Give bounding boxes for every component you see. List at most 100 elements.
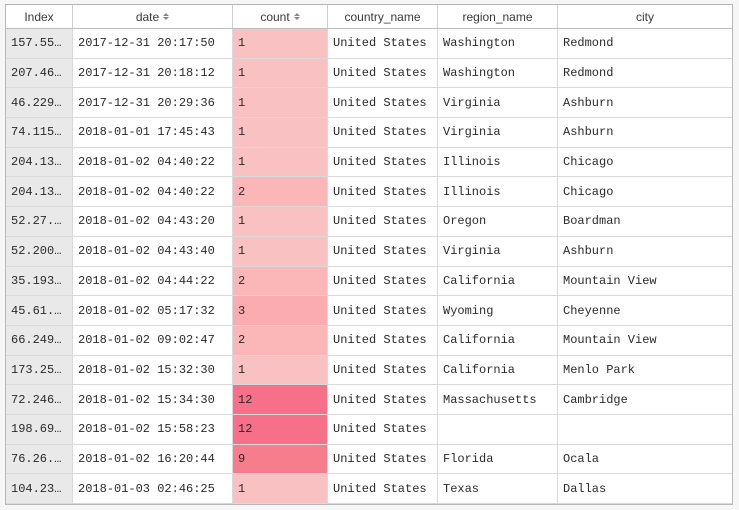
cell-city[interactable]: Menlo Park (558, 356, 732, 385)
cell-country[interactable]: United States (328, 118, 438, 147)
cell-region[interactable]: California (438, 267, 558, 296)
cell-city[interactable]: Dallas (558, 474, 732, 503)
cell-region[interactable]: Washington (438, 59, 558, 88)
column-header-country[interactable]: country_name (328, 5, 438, 28)
sort-icon[interactable] (163, 13, 169, 20)
cell-country[interactable]: United States (328, 237, 438, 266)
table-row[interactable]: 52.27.2…2018-01-02 04:43:201United State… (6, 207, 732, 237)
cell-country[interactable]: United States (328, 385, 438, 414)
cell-count[interactable]: 2 (233, 267, 328, 296)
column-header-count[interactable]: count (233, 5, 328, 28)
cell-city[interactable]: Ashburn (558, 88, 732, 117)
table-row[interactable]: 66.249…2018-01-02 09:02:472United States… (6, 326, 732, 356)
table-row[interactable]: 76.26.2…2018-01-02 16:20:449United State… (6, 445, 732, 475)
table-row[interactable]: 104.237…2018-01-03 02:46:251United State… (6, 474, 732, 504)
cell-count[interactable]: 2 (233, 326, 328, 355)
cell-city[interactable]: Redmond (558, 59, 732, 88)
cell-region[interactable]: California (438, 356, 558, 385)
cell-date[interactable]: 2018-01-02 15:58:23 (73, 415, 233, 444)
cell-city[interactable]: Ashburn (558, 118, 732, 147)
cell-count[interactable]: 1 (233, 59, 328, 88)
cell-region[interactable]: Washington (438, 29, 558, 58)
cell-region[interactable]: Texas (438, 474, 558, 503)
cell-index[interactable]: 198.69… (6, 415, 73, 444)
cell-count[interactable]: 9 (233, 445, 328, 474)
cell-region[interactable] (438, 415, 558, 444)
cell-region[interactable]: California (438, 326, 558, 355)
cell-index[interactable]: 35.193… (6, 267, 73, 296)
cell-country[interactable]: United States (328, 474, 438, 503)
cell-index[interactable]: 74.115… (6, 118, 73, 147)
cell-index[interactable]: 104.237… (6, 474, 73, 503)
cell-index[interactable]: 173.252… (6, 356, 73, 385)
cell-index[interactable]: 72.246… (6, 385, 73, 414)
cell-index[interactable]: 66.249… (6, 326, 73, 355)
cell-region[interactable]: Massachusetts (438, 385, 558, 414)
cell-date[interactable]: 2018-01-02 04:44:22 (73, 267, 233, 296)
cell-country[interactable]: United States (328, 356, 438, 385)
table-row[interactable]: 204.13…2018-01-02 04:40:222United States… (6, 177, 732, 207)
cell-city[interactable]: Chicago (558, 177, 732, 206)
cell-city[interactable]: Ocala (558, 445, 732, 474)
cell-count[interactable]: 3 (233, 296, 328, 325)
cell-region[interactable]: Wyoming (438, 296, 558, 325)
cell-count[interactable]: 1 (233, 474, 328, 503)
cell-index[interactable]: 204.13… (6, 177, 73, 206)
table-body[interactable]: 157.55…2017-12-31 20:17:501United States… (6, 29, 732, 504)
column-header-date[interactable]: date (73, 5, 233, 28)
cell-date[interactable]: 2017-12-31 20:18:12 (73, 59, 233, 88)
cell-count[interactable]: 12 (233, 385, 328, 414)
cell-city[interactable]: Cheyenne (558, 296, 732, 325)
cell-region[interactable]: Virginia (438, 237, 558, 266)
cell-date[interactable]: 2018-01-02 09:02:47 (73, 326, 233, 355)
cell-count[interactable]: 1 (233, 118, 328, 147)
table-row[interactable]: 173.252…2018-01-02 15:32:301United State… (6, 356, 732, 386)
table-row[interactable]: 74.115…2018-01-01 17:45:431United States… (6, 118, 732, 148)
table-row[interactable]: 52.200…2018-01-02 04:43:401United States… (6, 237, 732, 267)
cell-country[interactable]: United States (328, 415, 438, 444)
cell-count[interactable]: 1 (233, 29, 328, 58)
cell-country[interactable]: United States (328, 148, 438, 177)
cell-count[interactable]: 12 (233, 415, 328, 444)
cell-country[interactable]: United States (328, 326, 438, 355)
cell-country[interactable]: United States (328, 29, 438, 58)
cell-index[interactable]: 45.61.1… (6, 296, 73, 325)
cell-date[interactable]: 2018-01-02 04:43:20 (73, 207, 233, 236)
cell-index[interactable]: 157.55… (6, 29, 73, 58)
cell-region[interactable]: Florida (438, 445, 558, 474)
cell-city[interactable]: Boardman (558, 207, 732, 236)
cell-count[interactable]: 1 (233, 148, 328, 177)
cell-date[interactable]: 2018-01-01 17:45:43 (73, 118, 233, 147)
cell-region[interactable]: Virginia (438, 118, 558, 147)
cell-country[interactable]: United States (328, 267, 438, 296)
cell-date[interactable]: 2018-01-02 16:20:44 (73, 445, 233, 474)
cell-date[interactable]: 2018-01-02 04:40:22 (73, 148, 233, 177)
table-row[interactable]: 157.55…2017-12-31 20:17:501United States… (6, 29, 732, 59)
cell-city[interactable]: Mountain View (558, 326, 732, 355)
cell-country[interactable]: United States (328, 88, 438, 117)
cell-index[interactable]: 76.26.2… (6, 445, 73, 474)
cell-date[interactable]: 2018-01-02 04:43:40 (73, 237, 233, 266)
table-row[interactable]: 35.193…2018-01-02 04:44:222United States… (6, 267, 732, 297)
cell-index[interactable]: 52.27.2… (6, 207, 73, 236)
cell-region[interactable]: Virginia (438, 88, 558, 117)
data-table[interactable]: Index date count country_name region_nam… (5, 4, 733, 505)
cell-index[interactable]: 204.13… (6, 148, 73, 177)
cell-country[interactable]: United States (328, 177, 438, 206)
column-header-region[interactable]: region_name (438, 5, 558, 28)
cell-city[interactable]: Redmond (558, 29, 732, 58)
cell-date[interactable]: 2018-01-02 05:17:32 (73, 296, 233, 325)
table-row[interactable]: 72.246…2018-01-02 15:34:3012United State… (6, 385, 732, 415)
cell-region[interactable]: Illinois (438, 148, 558, 177)
table-row[interactable]: 46.229…2017-12-31 20:29:361United States… (6, 88, 732, 118)
cell-city[interactable]: Ashburn (558, 237, 732, 266)
cell-city[interactable]: Chicago (558, 148, 732, 177)
cell-date[interactable]: 2018-01-03 02:46:25 (73, 474, 233, 503)
cell-index[interactable]: 46.229… (6, 88, 73, 117)
cell-country[interactable]: United States (328, 296, 438, 325)
table-row[interactable]: 207.46…2017-12-31 20:18:121United States… (6, 59, 732, 89)
cell-country[interactable]: United States (328, 445, 438, 474)
cell-count[interactable]: 1 (233, 237, 328, 266)
cell-region[interactable]: Oregon (438, 207, 558, 236)
cell-count[interactable]: 1 (233, 88, 328, 117)
